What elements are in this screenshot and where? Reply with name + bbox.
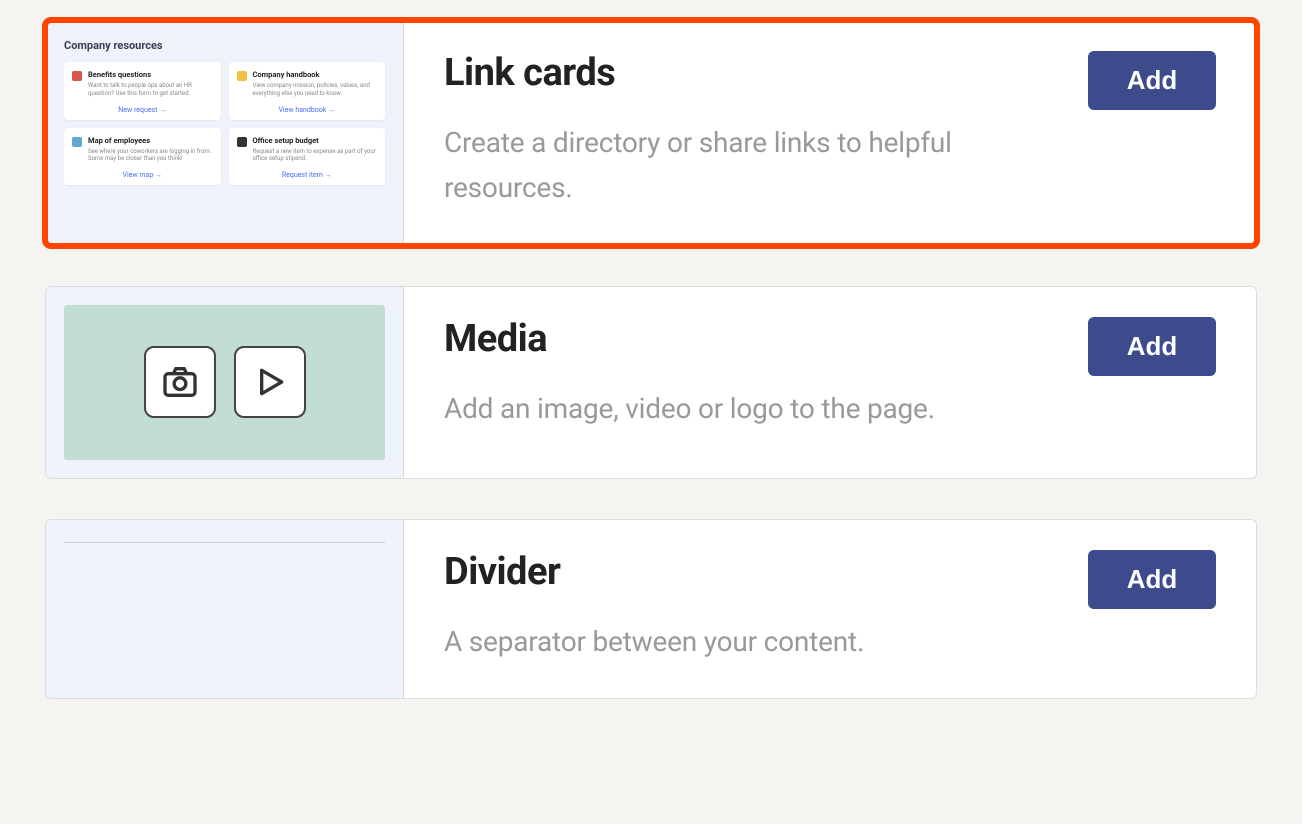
mock-card-icon — [72, 137, 82, 147]
add-button-media[interactable]: Add — [1088, 317, 1216, 376]
mock-card-icon — [237, 71, 247, 81]
content-pane: Divider A separator between your content… — [404, 520, 1256, 699]
divider-mock — [64, 538, 385, 543]
preview-link-cards: Company resources Benefits questions Wan… — [46, 21, 404, 245]
mock-card: Benefits questions Want to talk to peopl… — [64, 62, 221, 120]
linkcards-mock: Company resources Benefits questions Wan… — [64, 39, 385, 185]
mock-card-link: Request item → — [237, 171, 378, 179]
mock-grid: Benefits questions Want to talk to peopl… — [64, 62, 385, 185]
mock-card-link: View handbook → — [237, 106, 378, 114]
content-pane: Media Add an image, video or logo to the… — [404, 287, 1256, 478]
mock-card-icon — [237, 137, 247, 147]
mock-card-link: New request → — [72, 106, 213, 114]
option-media: Media Add an image, video or logo to the… — [45, 286, 1257, 479]
content-pane: Link cards Create a directory or share l… — [404, 21, 1256, 245]
mock-card-desc: See where your coworkers are logging in … — [88, 148, 213, 164]
mock-card: Office setup budget Request a new item t… — [229, 128, 386, 186]
mock-card-title: Map of employees — [88, 136, 213, 145]
media-mock — [64, 305, 385, 460]
add-button-link-cards[interactable]: Add — [1088, 51, 1216, 110]
option-title: Link cards — [444, 51, 1064, 95]
mock-card-link: View map → — [72, 171, 213, 179]
mock-card-title: Office setup budget — [253, 136, 378, 145]
add-button-divider[interactable]: Add — [1088, 550, 1216, 609]
mock-heading: Company resources — [64, 39, 385, 52]
mock-card-desc: Want to talk to people ops about an HR q… — [88, 82, 213, 98]
camera-icon — [144, 346, 216, 418]
mock-card-title: Company handbook — [253, 70, 378, 79]
mock-card: Map of employees See where your coworker… — [64, 128, 221, 186]
option-title: Media — [444, 317, 1064, 361]
divider-line-icon — [64, 542, 385, 543]
mock-card-desc: View company mission, policies, values, … — [253, 82, 378, 98]
mock-card-desc: Request a new item to expense as part of… — [253, 148, 378, 164]
preview-divider — [46, 520, 404, 699]
preview-media — [46, 287, 404, 478]
mock-card: Company handbook View company mission, p… — [229, 62, 386, 120]
option-description: A separator between your content. — [444, 620, 1064, 665]
option-divider: Divider A separator between your content… — [45, 519, 1257, 700]
mock-card-icon — [72, 71, 82, 81]
option-link-cards: Company resources Benefits questions Wan… — [45, 20, 1257, 246]
mock-card-title: Benefits questions — [88, 70, 213, 79]
option-title: Divider — [444, 550, 1064, 594]
option-description: Create a directory or share links to hel… — [444, 121, 1064, 211]
play-icon — [234, 346, 306, 418]
option-description: Add an image, video or logo to the page. — [444, 387, 1064, 432]
